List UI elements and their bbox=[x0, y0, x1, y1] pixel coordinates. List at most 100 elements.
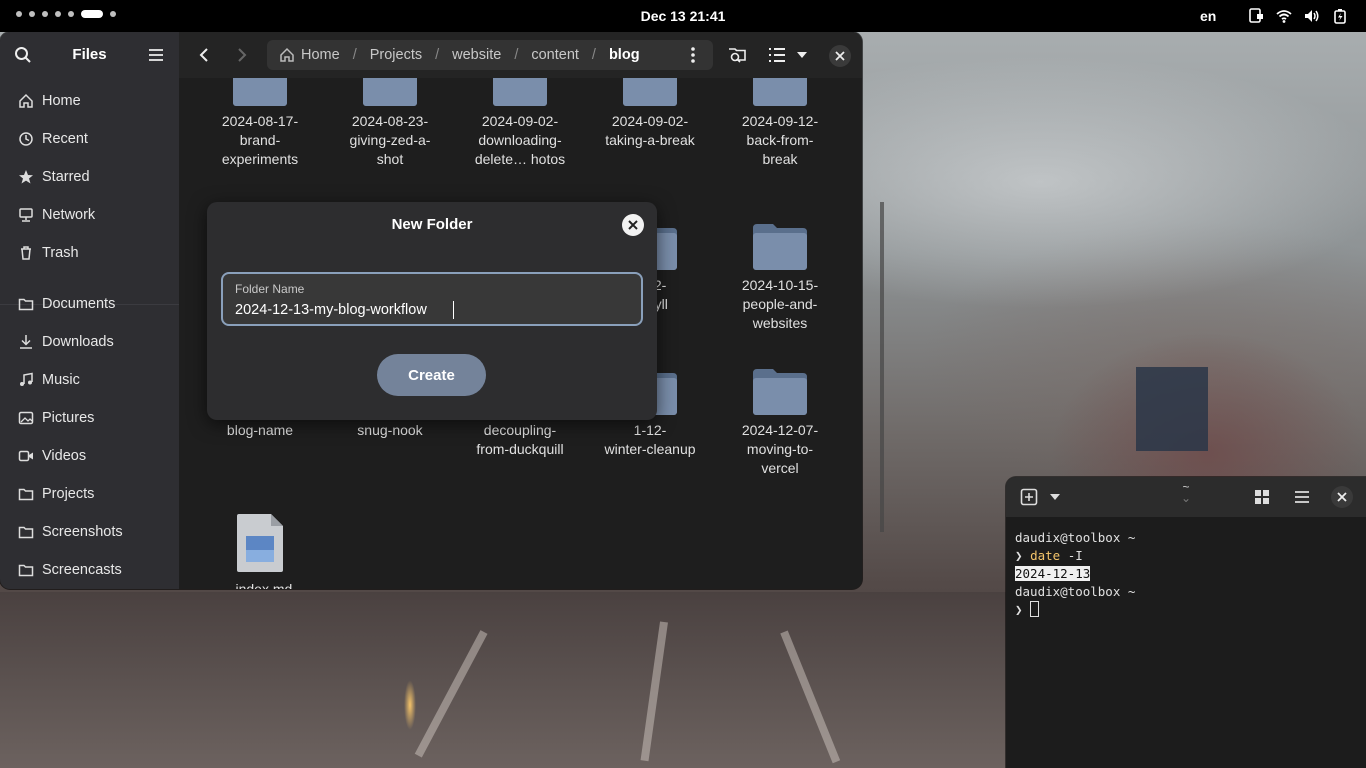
folder-item[interactable]: 2024-09-02- taking-a-break bbox=[590, 78, 710, 150]
breadcrumb-content[interactable]: content bbox=[531, 47, 579, 63]
tab-overview-icon[interactable] bbox=[1254, 489, 1270, 505]
sidebar-item-starred[interactable]: Starred bbox=[18, 164, 90, 190]
folder-icon bbox=[18, 564, 34, 577]
terminal-output[interactable]: daudix@toolbox ~ ❯ date -I 2024-12-13 da… bbox=[1015, 529, 1360, 619]
wallpaper-light bbox=[404, 680, 416, 730]
sidebar-item-network[interactable]: Network bbox=[18, 202, 95, 228]
folder-label: blog-name bbox=[226, 422, 294, 438]
sidebar-item-pictures[interactable]: Pictures bbox=[18, 405, 94, 431]
folder-name-field[interactable]: Folder Name bbox=[221, 272, 643, 326]
folder-item[interactable]: 2024-12-07- moving-to- vercel bbox=[720, 369, 840, 478]
picture-icon bbox=[18, 411, 34, 425]
create-button[interactable]: Create bbox=[377, 354, 486, 396]
folder-label: 2024-08-23- giving-zed-a- shot bbox=[349, 113, 431, 167]
header-bar: Home / Projects / website / content / bl… bbox=[179, 32, 862, 78]
new-tab-icon[interactable] bbox=[1020, 488, 1038, 506]
list-view-icon[interactable] bbox=[767, 45, 787, 65]
terminal-header: ~ ⌄ bbox=[1006, 477, 1366, 517]
breadcrumb-website[interactable]: website bbox=[452, 47, 501, 63]
hamburger-menu-icon[interactable] bbox=[148, 47, 164, 63]
sidebar-item-label: Screencasts bbox=[42, 562, 122, 578]
home-icon bbox=[280, 47, 294, 62]
folder-label: snug-nook bbox=[357, 422, 423, 438]
workspace-dot[interactable] bbox=[110, 11, 116, 17]
close-icon bbox=[1337, 492, 1347, 502]
dialog-close-button[interactable] bbox=[622, 214, 644, 236]
folder-icon bbox=[753, 224, 807, 270]
breadcrumb-home[interactable]: Home bbox=[301, 47, 340, 63]
terminal-command-line: ❯ date -I bbox=[1015, 548, 1083, 563]
sidebar-item-label: Videos bbox=[42, 448, 87, 464]
workspace-dot[interactable] bbox=[42, 11, 48, 17]
folder-label: 2024-09-02- downloading- delete… hotos bbox=[474, 113, 566, 167]
sidebar-item-downloads[interactable]: Downloads bbox=[18, 329, 114, 355]
file-item[interactable]: _index.md bbox=[200, 514, 320, 589]
back-icon[interactable] bbox=[194, 45, 214, 65]
folder-label: 1-12- winter-cleanup bbox=[604, 422, 696, 457]
workspace-dot[interactable] bbox=[16, 11, 22, 17]
breadcrumb-projects[interactable]: Projects bbox=[370, 47, 422, 63]
folder-label: 2024-08-17- brand- experiments bbox=[221, 113, 299, 167]
keyboard-language[interactable]: en bbox=[1200, 0, 1216, 32]
breadcrumb-blog[interactable]: blog bbox=[609, 47, 640, 63]
chevron-down-icon[interactable] bbox=[1048, 491, 1062, 503]
sidebar-item-screenshots[interactable]: Screenshots bbox=[18, 519, 123, 545]
screen-share-icon bbox=[1249, 8, 1263, 23]
terminal-output-line: 2024-12-13 bbox=[1015, 566, 1091, 581]
workspace-dot[interactable] bbox=[55, 11, 61, 17]
workspace-active[interactable] bbox=[81, 10, 103, 18]
sidebar: Files Home Recent Starred Network Trash … bbox=[0, 32, 179, 589]
folder-item[interactable]: 2024-10-15- people-and- websites bbox=[720, 224, 840, 333]
terminal-prompt-line: daudix@toolbox ~ bbox=[1015, 584, 1136, 599]
system-tray[interactable] bbox=[1248, 8, 1348, 24]
folder-name-label: Folder Name bbox=[235, 282, 305, 296]
workspace-dot[interactable] bbox=[29, 11, 35, 17]
sidebar-item-home[interactable]: Home bbox=[18, 88, 81, 114]
folder-item[interactable]: 2024-09-02- downloading- delete… hotos bbox=[460, 78, 580, 169]
new-folder-dialog: New Folder Folder Name Create bbox=[207, 202, 657, 420]
clock[interactable]: Dec 13 21:41 bbox=[641, 8, 726, 24]
folder-icon bbox=[753, 78, 807, 106]
more-options-icon[interactable] bbox=[685, 46, 701, 64]
star-icon bbox=[19, 170, 33, 184]
hamburger-menu-icon[interactable] bbox=[1294, 489, 1310, 505]
terminal-prompt-line: daudix@toolbox ~ bbox=[1015, 530, 1136, 545]
terminal-window: ~ ⌄ daudix@toolbox ~ ❯ date -I 2024-12-13… bbox=[1006, 477, 1366, 768]
close-button[interactable] bbox=[829, 45, 851, 67]
volume-icon bbox=[1305, 10, 1319, 22]
terminal-input-line[interactable]: ❯ bbox=[1015, 601, 1360, 619]
folder-icon bbox=[18, 488, 34, 501]
sidebar-item-documents[interactable]: Documents bbox=[18, 291, 115, 317]
music-icon bbox=[20, 372, 33, 386]
sidebar-item-videos[interactable]: Videos bbox=[18, 443, 86, 469]
sidebar-item-screencasts[interactable]: Screencasts bbox=[18, 557, 122, 583]
sidebar-item-recent[interactable]: Recent bbox=[18, 126, 88, 152]
download-icon bbox=[20, 335, 32, 349]
sidebar-item-label: Trash bbox=[42, 245, 79, 261]
search-folder-icon[interactable] bbox=[727, 45, 747, 65]
forward-icon[interactable] bbox=[232, 45, 252, 65]
breadcrumb: Home / Projects / website / content / bl… bbox=[267, 40, 713, 70]
battery-icon bbox=[1334, 9, 1346, 24]
folder-icon bbox=[18, 298, 34, 311]
chevron-down-icon[interactable] bbox=[795, 45, 809, 65]
folder-item[interactable]: 2024-08-23- giving-zed-a- shot bbox=[330, 78, 450, 169]
dialog-title: New Folder bbox=[391, 216, 473, 233]
folder-label: 2024-09-12- back-from- break bbox=[741, 113, 819, 167]
folder-item[interactable]: 2024-08-17- brand- experiments bbox=[200, 78, 320, 169]
folder-icon bbox=[753, 369, 807, 415]
breadcrumb-separator: / bbox=[352, 47, 357, 63]
sidebar-item-label: Network bbox=[42, 207, 96, 223]
folder-icon bbox=[233, 78, 287, 106]
terminal-close-button[interactable] bbox=[1331, 486, 1353, 508]
terminal-title: ~ ⌄ bbox=[1180, 480, 1192, 505]
workspace-dot[interactable] bbox=[68, 11, 74, 17]
workspace-indicator[interactable] bbox=[16, 10, 116, 18]
folder-item[interactable]: 2024-09-12- back-from- break bbox=[720, 78, 840, 169]
breadcrumb-separator: / bbox=[591, 47, 596, 63]
folder-name-input[interactable] bbox=[235, 300, 635, 320]
sidebar-item-projects[interactable]: Projects bbox=[18, 481, 94, 507]
sidebar-item-music[interactable]: Music bbox=[18, 367, 80, 393]
sidebar-item-trash[interactable]: Trash bbox=[18, 240, 79, 266]
video-icon bbox=[18, 450, 33, 462]
